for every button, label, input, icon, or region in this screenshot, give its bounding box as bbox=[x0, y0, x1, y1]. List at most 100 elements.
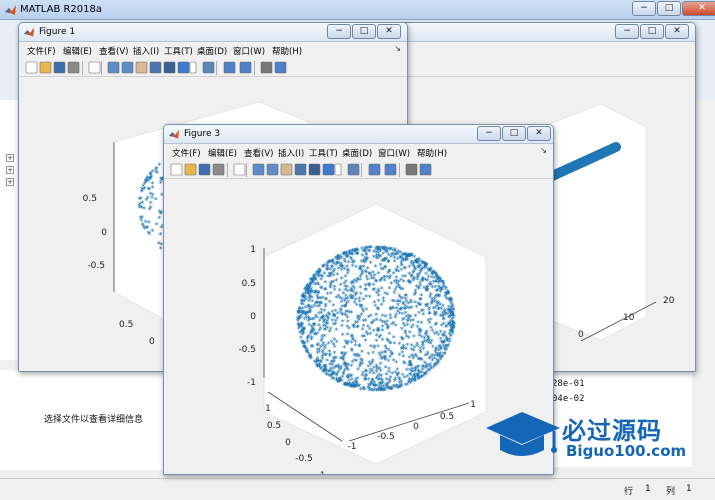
tree-expand-icon[interactable]: + bbox=[6, 154, 14, 162]
scatter-point: * bbox=[349, 287, 353, 296]
zoom-out-icon[interactable] bbox=[266, 163, 279, 176]
menu-item[interactable]: 桌面(D) bbox=[342, 147, 372, 159]
menu-item[interactable]: 文件(F) bbox=[27, 45, 56, 57]
legend-icon[interactable] bbox=[239, 61, 252, 74]
scatter-point: * bbox=[394, 322, 398, 331]
pan-hand-icon[interactable] bbox=[280, 163, 293, 176]
link-plot-icon[interactable] bbox=[202, 61, 215, 74]
brush-dropdown-icon[interactable] bbox=[189, 61, 202, 74]
scatter-point: * bbox=[383, 354, 387, 363]
menu-item[interactable]: 插入(I) bbox=[278, 147, 304, 159]
scatter-point: * bbox=[139, 215, 143, 224]
brush-dropdown-icon[interactable] bbox=[334, 163, 347, 176]
scatter-point: * bbox=[344, 381, 348, 390]
minimize-button[interactable]: − bbox=[327, 24, 351, 39]
menu-dock-arrow-icon[interactable]: ↘ bbox=[540, 146, 547, 155]
figure-titlebar: − □ ✕ bbox=[401, 23, 695, 42]
scatter-point: * bbox=[394, 359, 398, 368]
z-tick-label: 0.5 bbox=[242, 279, 256, 289]
print-icon[interactable] bbox=[67, 61, 80, 74]
rotate-3d-icon[interactable] bbox=[294, 163, 307, 176]
close-button[interactable]: ✕ bbox=[527, 126, 551, 141]
zoom-out-icon[interactable] bbox=[121, 61, 134, 74]
scatter-point: * bbox=[433, 309, 437, 318]
zoom-in-icon[interactable] bbox=[107, 61, 120, 74]
menu-item[interactable]: 工具(T) bbox=[164, 45, 193, 57]
data-cursor-icon[interactable] bbox=[308, 163, 321, 176]
toolbar-separator bbox=[254, 61, 255, 75]
show-plot-tools-icon[interactable] bbox=[419, 163, 432, 176]
scatter-point: * bbox=[361, 370, 365, 379]
data-cursor-icon[interactable] bbox=[163, 61, 176, 74]
scatter-point: * bbox=[441, 303, 445, 312]
menu-item[interactable]: 查看(V) bbox=[99, 45, 128, 57]
menu-item[interactable]: 插入(I) bbox=[133, 45, 159, 57]
scatter-point: * bbox=[308, 290, 312, 299]
legend-icon[interactable] bbox=[384, 163, 397, 176]
scatter-point: * bbox=[337, 377, 341, 386]
hide-plot-tools-icon[interactable] bbox=[260, 61, 273, 74]
menu-item[interactable]: 编辑(E) bbox=[208, 147, 237, 159]
y-tick-label: 0.5 bbox=[267, 421, 281, 431]
minimize-button[interactable]: − bbox=[632, 1, 656, 16]
minimize-button[interactable]: − bbox=[477, 126, 501, 141]
close-button[interactable]: ✕ bbox=[665, 24, 689, 39]
minimize-button[interactable]: − bbox=[615, 24, 639, 39]
colorbar-icon[interactable] bbox=[368, 163, 381, 176]
scatter-point: * bbox=[332, 312, 336, 321]
menu-item[interactable]: 查看(V) bbox=[244, 147, 273, 159]
x-tick-label: 0.5 bbox=[440, 412, 454, 422]
menu-item[interactable]: 帮助(H) bbox=[417, 147, 447, 159]
menu-item[interactable]: 编辑(E) bbox=[63, 45, 92, 57]
scatter-point: * bbox=[440, 353, 444, 362]
scatter-point: * bbox=[381, 250, 385, 259]
open-icon[interactable] bbox=[184, 163, 197, 176]
toolbar-separator bbox=[361, 163, 362, 177]
save-icon[interactable] bbox=[53, 61, 66, 74]
figure-menubar bbox=[401, 42, 695, 59]
menu-dock-arrow-icon[interactable]: ↘ bbox=[394, 44, 401, 53]
rotate-3d-icon[interactable] bbox=[149, 61, 162, 74]
menu-item[interactable]: 窗口(W) bbox=[378, 147, 410, 159]
workspace-value: 04e-02 bbox=[552, 394, 585, 404]
scatter-point: * bbox=[402, 252, 406, 261]
open-icon[interactable] bbox=[39, 61, 52, 74]
menu-item[interactable]: 窗口(W) bbox=[233, 45, 265, 57]
scatter-point: * bbox=[397, 279, 401, 288]
window-controls: − □ ✕ bbox=[615, 24, 689, 39]
tree-expand-icon[interactable]: + bbox=[6, 166, 14, 174]
x-tick-label: 10 bbox=[623, 313, 635, 323]
select-arrow-icon[interactable] bbox=[88, 61, 101, 74]
save-icon[interactable] bbox=[198, 163, 211, 176]
tree-expand-icon[interactable]: + bbox=[6, 178, 14, 186]
print-icon[interactable] bbox=[212, 163, 225, 176]
maximize-button[interactable]: □ bbox=[657, 1, 681, 16]
pan-hand-icon[interactable] bbox=[135, 61, 148, 74]
select-arrow-icon[interactable] bbox=[233, 163, 246, 176]
x-tick-label: -1 bbox=[348, 442, 357, 452]
scatter-point: * bbox=[317, 281, 321, 290]
figure-toolbar bbox=[164, 161, 553, 179]
menu-item[interactable]: 工具(T) bbox=[309, 147, 338, 159]
close-button[interactable]: ✕ bbox=[377, 24, 401, 39]
new-figure-icon[interactable] bbox=[170, 163, 183, 176]
maximize-button[interactable]: □ bbox=[502, 126, 526, 141]
scatter-sphere: ****************************************… bbox=[296, 244, 456, 396]
close-button[interactable]: ✕ bbox=[682, 1, 715, 16]
menu-item[interactable]: 桌面(D) bbox=[197, 45, 227, 57]
z-tick-label: -0.5 bbox=[87, 261, 105, 271]
show-plot-tools-icon[interactable] bbox=[274, 61, 287, 74]
zoom-in-icon[interactable] bbox=[252, 163, 265, 176]
scatter-point: * bbox=[389, 315, 393, 324]
new-figure-icon[interactable] bbox=[25, 61, 38, 74]
maximize-button[interactable]: □ bbox=[352, 24, 376, 39]
colorbar-icon[interactable] bbox=[223, 61, 236, 74]
maximize-button[interactable]: □ bbox=[640, 24, 664, 39]
scatter-point: * bbox=[154, 196, 158, 205]
scatter-point: * bbox=[311, 343, 315, 352]
menu-item[interactable]: 帮助(H) bbox=[272, 45, 302, 57]
link-plot-icon[interactable] bbox=[347, 163, 360, 176]
menu-item[interactable]: 文件(F) bbox=[172, 147, 201, 159]
hide-plot-tools-icon[interactable] bbox=[405, 163, 418, 176]
scatter-point: * bbox=[314, 300, 318, 309]
